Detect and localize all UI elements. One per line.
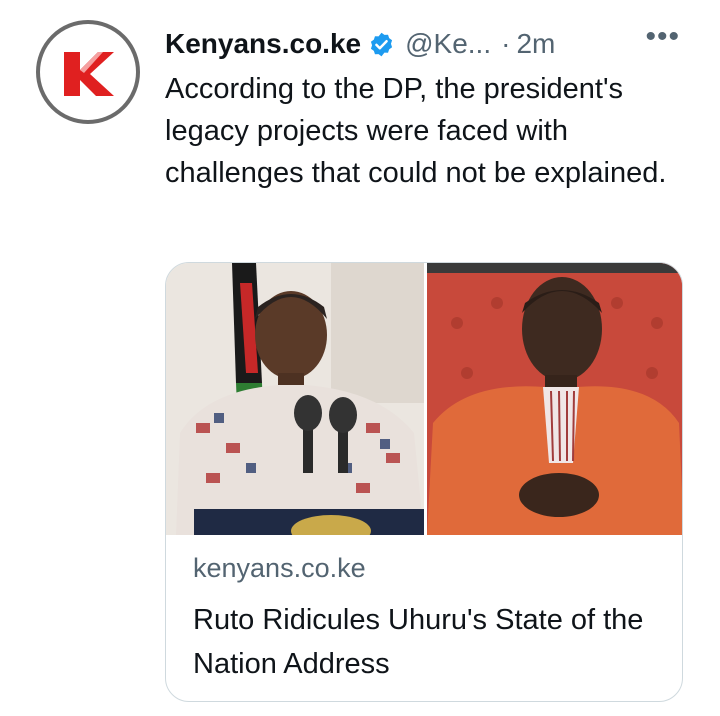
author-handle[interactable]: @Ke... [405, 28, 491, 60]
card-photo-left [166, 263, 424, 535]
separator-dot: · [501, 28, 511, 59]
verified-badge-icon [368, 31, 395, 58]
tweet-text: According to the DP, the president's leg… [165, 73, 667, 189]
timestamp[interactable]: 2m [516, 28, 555, 60]
kenyans-logo-icon [64, 52, 114, 96]
author-name[interactable]: Kenyans.co.ke [165, 28, 361, 60]
card-image [166, 263, 682, 535]
avatar[interactable] [36, 20, 140, 124]
card-body: kenyans.co.ke Ruto Ridicules Uhuru's Sta… [193, 553, 662, 686]
tweet-header: Kenyans.co.ke @Ke... · 2m ••• [165, 20, 690, 64]
card-domain: kenyans.co.ke [193, 553, 366, 583]
card-photo-right [427, 263, 682, 535]
link-card[interactable]: kenyans.co.ke Ruto Ridicules Uhuru's Sta… [165, 262, 683, 702]
card-title[interactable]: Ruto Ridicules Uhuru's State of the Nati… [193, 598, 662, 686]
more-options-icon[interactable]: ••• [645, 20, 680, 54]
